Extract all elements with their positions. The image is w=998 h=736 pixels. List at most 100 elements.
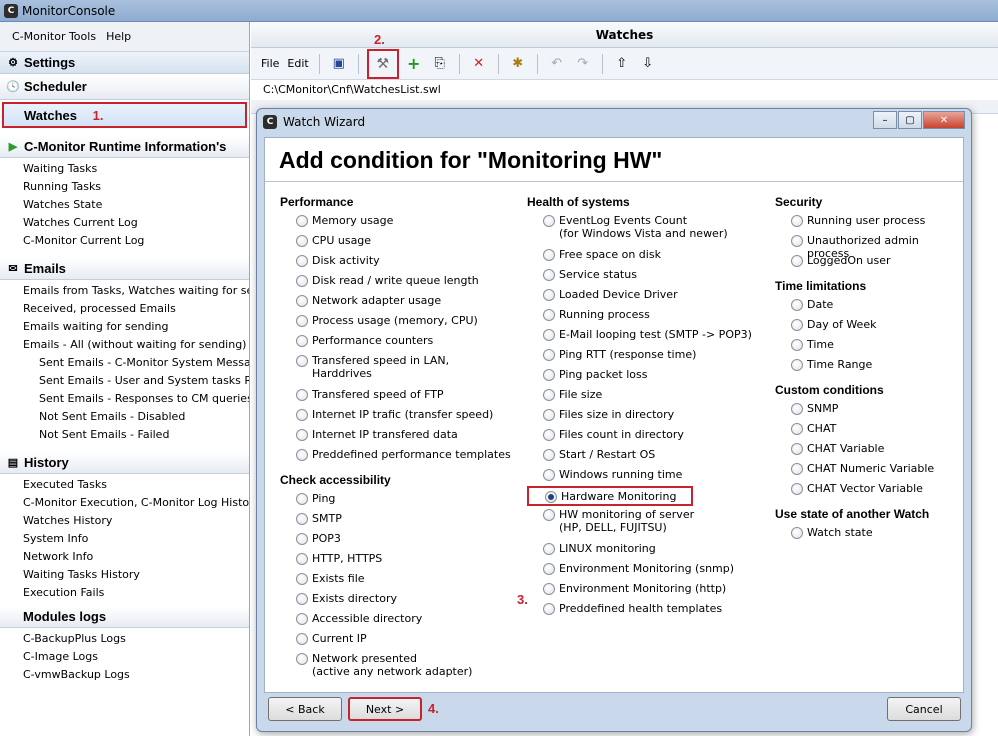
radio-button[interactable]	[791, 403, 803, 415]
radio-button[interactable]	[545, 491, 557, 503]
radio-option-unauthorized-admin-process[interactable]: Unauthorized admin process	[775, 232, 961, 260]
radio-button[interactable]	[296, 409, 308, 421]
radio-option-chat[interactable]: CHAT	[775, 420, 961, 440]
radio-option-http-https[interactable]: HTTP, HTTPS	[280, 550, 518, 570]
nav-item-running-tasks[interactable]: Running Tasks	[0, 178, 249, 196]
radio-option-hardware-monitoring[interactable]: Hardware Monitoring	[527, 486, 693, 506]
radio-button[interactable]	[791, 443, 803, 455]
radio-option-environment-monitoring-http[interactable]: Environment Monitoring (http)	[527, 580, 767, 600]
radio-option-time-range[interactable]: Time Range	[775, 356, 961, 376]
radio-button[interactable]	[791, 483, 803, 495]
radio-option-ping-rtt-response-time[interactable]: Ping RTT (response time)	[527, 346, 767, 366]
save-icon[interactable]: ▣	[328, 53, 350, 75]
radio-option-day-of-week[interactable]: Day of Week	[775, 316, 961, 336]
radio-button[interactable]	[543, 543, 555, 555]
radio-option-running-process[interactable]: Running process	[527, 306, 767, 326]
radio-button[interactable]	[296, 533, 308, 545]
radio-button[interactable]	[791, 299, 803, 311]
nav-emails-header[interactable]: ✉ Emails	[0, 258, 249, 280]
radio-option-transfered-speed-of-ftp[interactable]: Transfered speed of FTP	[280, 386, 518, 406]
nav-item-cimage-logs[interactable]: C-Image Logs	[0, 648, 249, 666]
nav-scheduler[interactable]: 🕓 Scheduler	[0, 74, 249, 100]
radio-button[interactable]	[296, 633, 308, 645]
radio-button[interactable]	[543, 269, 555, 281]
nav-item-cmonitor-current-log[interactable]: C-Monitor Current Log	[0, 232, 249, 250]
radio-option-exists-directory[interactable]: Exists directory	[280, 590, 518, 610]
nav-runtime-header[interactable]: ▶ C-Monitor Runtime Information's	[0, 136, 249, 158]
toolbar-edit-menu[interactable]: Edit	[287, 57, 308, 70]
radio-button[interactable]	[791, 215, 803, 227]
nav-history-header[interactable]: ▤ History	[0, 452, 249, 474]
radio-button[interactable]	[296, 573, 308, 585]
menu-help[interactable]: Help	[106, 30, 131, 43]
radio-button[interactable]	[543, 409, 555, 421]
radio-option-eventlog-events-count-for-windows-vista-and-newer[interactable]: EventLog Events Count (for Windows Vista…	[527, 212, 767, 246]
redo-icon[interactable]: ↷	[572, 53, 594, 75]
radio-button[interactable]	[791, 319, 803, 331]
menu-cmonitor-tools[interactable]: C-Monitor Tools	[12, 30, 96, 43]
nav-item-sent-task-results[interactable]: Sent Emails - User and System tasks Resu…	[0, 372, 249, 390]
radio-button[interactable]	[543, 449, 555, 461]
nav-modules-header[interactable]: Modules logs	[0, 606, 249, 628]
radio-button[interactable]	[791, 339, 803, 351]
nav-item-watches-state[interactable]: Watches State	[0, 196, 249, 214]
radio-option-disk-read-write-queue-length[interactable]: Disk read / write queue length	[280, 272, 518, 292]
radio-option-watch-state[interactable]: Watch state	[775, 524, 961, 544]
radio-button[interactable]	[543, 509, 555, 521]
close-icon[interactable]: ✕	[923, 111, 965, 129]
nav-item-watches-history[interactable]: Watches History	[0, 512, 249, 530]
radio-option-transfered-speed-in-lan-harddrives[interactable]: Transfered speed in LAN, Harddrives	[280, 352, 518, 386]
radio-option-e-mail-looping-test-smtp-pop3[interactable]: E-Mail looping test (SMTP -> POP3)	[527, 326, 767, 346]
radio-option-chat-variable[interactable]: CHAT Variable	[775, 440, 961, 460]
radio-option-pop3[interactable]: POP3	[280, 530, 518, 550]
radio-button[interactable]	[296, 255, 308, 267]
radio-option-smtp[interactable]: SMTP	[280, 510, 518, 530]
nav-item-not-sent-disabled[interactable]: Not Sent Emails - Disabled	[0, 408, 249, 426]
radio-button[interactable]	[296, 215, 308, 227]
radio-button[interactable]	[791, 423, 803, 435]
radio-button[interactable]	[296, 653, 308, 665]
radio-option-start-restart-os[interactable]: Start / Restart OS	[527, 446, 767, 466]
radio-button[interactable]	[543, 329, 555, 341]
nav-item-system-info[interactable]: System Info	[0, 530, 249, 548]
move-up-icon[interactable]: ⇧	[611, 53, 633, 75]
radio-option-network-presented-active-any-network-adapter[interactable]: Network presented (active any network ad…	[280, 650, 518, 684]
nav-item-execution-fails[interactable]: Execution Fails	[0, 584, 249, 602]
toolbar-file-menu[interactable]: File	[261, 57, 279, 70]
back-button[interactable]: < Back	[268, 697, 342, 721]
maximize-icon[interactable]: ▢	[898, 111, 922, 129]
radio-option-chat-numeric-variable[interactable]: CHAT Numeric Variable	[775, 460, 961, 480]
nav-item-cmonitor-execution-history[interactable]: C-Monitor Execution, C-Monitor Log Histo…	[0, 494, 249, 512]
minimize-icon[interactable]: –	[873, 111, 897, 129]
radio-option-ping[interactable]: Ping	[280, 490, 518, 510]
radio-button[interactable]	[296, 513, 308, 525]
radio-button[interactable]	[543, 563, 555, 575]
radio-button[interactable]	[791, 359, 803, 371]
nav-item-emails-all[interactable]: Emails - All (without waiting for sendin…	[0, 336, 249, 354]
radio-button[interactable]	[296, 593, 308, 605]
radio-option-windows-running-time[interactable]: Windows running time	[527, 466, 767, 486]
radio-button[interactable]	[791, 235, 803, 247]
copy-icon[interactable]: ⎘	[429, 53, 451, 75]
radio-button[interactable]	[296, 553, 308, 565]
undo-icon[interactable]: ↶	[546, 53, 568, 75]
radio-option-linux-monitoring[interactable]: LINUX monitoring	[527, 540, 767, 560]
radio-button[interactable]	[543, 389, 555, 401]
radio-option-performance-counters[interactable]: Performance counters	[280, 332, 518, 352]
nav-watches[interactable]: Watches 1.	[2, 102, 247, 128]
radio-button[interactable]	[296, 275, 308, 287]
radio-button[interactable]	[543, 429, 555, 441]
move-down-icon[interactable]: ⇩	[637, 53, 659, 75]
radio-button[interactable]	[543, 309, 555, 321]
radio-button[interactable]	[296, 295, 308, 307]
radio-button[interactable]	[791, 527, 803, 539]
nav-item-emails-waiting[interactable]: Emails from Tasks, Watches waiting for s…	[0, 282, 249, 300]
radio-button[interactable]	[296, 449, 308, 461]
radio-button[interactable]	[543, 349, 555, 361]
radio-option-internet-ip-transfered-data[interactable]: Internet IP transfered data	[280, 426, 518, 446]
add-icon[interactable]: +	[403, 53, 425, 75]
radio-button[interactable]	[543, 469, 555, 481]
radio-option-exists-file[interactable]: Exists file	[280, 570, 518, 590]
radio-button[interactable]	[543, 369, 555, 381]
nav-item-emails-waiting-for-sending[interactable]: Emails waiting for sending	[0, 318, 249, 336]
